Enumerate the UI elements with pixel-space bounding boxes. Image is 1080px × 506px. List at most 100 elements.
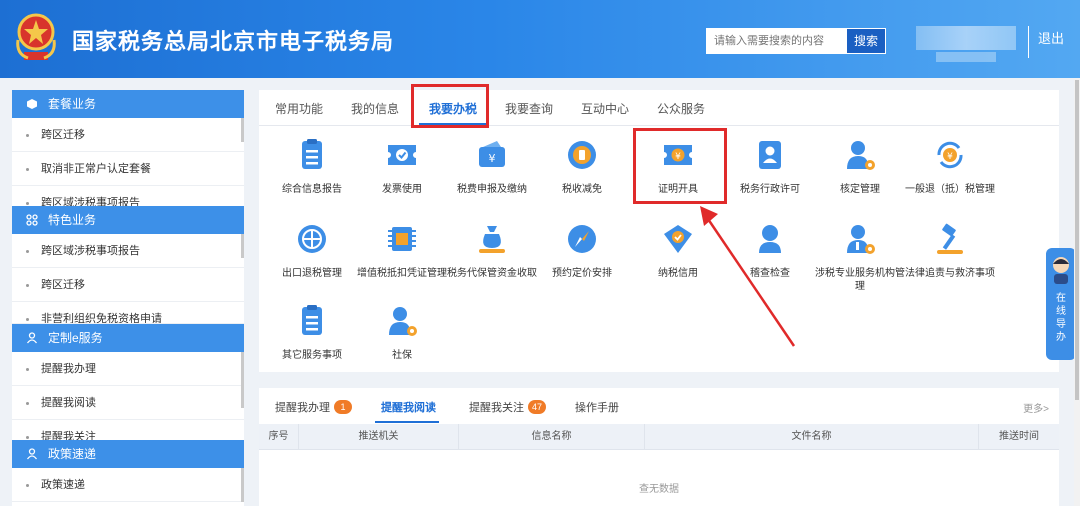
- tab-common[interactable]: 常用功能: [275, 100, 323, 117]
- service-tax-agency[interactable]: 涉税专业服务机构管理: [815, 222, 905, 293]
- sidebar-item-label: 政策速递: [41, 479, 85, 491]
- document-list-icon: [302, 305, 322, 335]
- scrollbar[interactable]: [241, 118, 244, 142]
- sidebar-item[interactable]: 跨区域涉税事项报告: [12, 234, 244, 268]
- service-label: 综合信息报告: [282, 184, 342, 195]
- service-other-matters[interactable]: 其它服务事项: [267, 304, 357, 362]
- service-comprehensive-report[interactable]: 综合信息报告: [267, 138, 357, 196]
- money-bag-icon: [479, 226, 505, 253]
- tab-remind-handle[interactable]: 提醒我办理 1: [275, 399, 352, 415]
- sidebar-item[interactable]: 非营利组织免税资格申请: [12, 302, 244, 324]
- tab-label: 提醒我办理: [275, 402, 330, 414]
- sidebar-section-title: 特色业务: [48, 213, 97, 227]
- more-link[interactable]: 更多>: [1023, 400, 1049, 415]
- service-refund[interactable]: ¥ 一般退（抵）税管理: [905, 138, 995, 196]
- service-social-insurance[interactable]: 社保: [357, 304, 447, 362]
- cube-icon: [27, 99, 37, 109]
- sidebar-item[interactable]: 跨区域涉税事项报告: [12, 186, 244, 208]
- site-title: 国家税务总局北京市电子税务局: [72, 29, 395, 54]
- tab-remind-follow[interactable]: 提醒我关注 47: [469, 399, 547, 415]
- service-label: 一般退（抵）税管理: [905, 184, 995, 195]
- service-admin-license[interactable]: 税务行政许可: [725, 138, 815, 196]
- column-header: 推送时间: [999, 431, 1039, 442]
- service-fund-custody[interactable]: 税务代保管资金收取: [447, 222, 537, 280]
- customer-service-avatar-icon: [1053, 257, 1069, 284]
- tab-interaction[interactable]: 互动中心: [581, 100, 629, 117]
- wallet-yuan-icon: ¥: [479, 141, 505, 167]
- compass-icon: [568, 225, 596, 253]
- tab-manual[interactable]: 操作手册: [575, 399, 619, 415]
- service-tax-declaration[interactable]: ¥ 税费申报及缴纳: [447, 138, 537, 196]
- scrollbar[interactable]: [241, 468, 244, 502]
- main-panel: 常用功能 我的信息 我要办税 我要查询 互动中心 公众服务 综合信息报告 发票使…: [259, 84, 1059, 372]
- chip-icon: [388, 227, 416, 251]
- service-label: 税费申报及缴纳: [457, 184, 527, 195]
- service-export-refund[interactable]: 出口退税管理: [267, 222, 357, 280]
- sidebar-item[interactable]: 提醒我关注: [12, 420, 244, 442]
- column-header: 序号: [259, 424, 299, 450]
- tab-remind-read[interactable]: 提醒我阅读: [381, 399, 436, 415]
- logout-link[interactable]: 退出: [1038, 28, 1064, 47]
- tab-query[interactable]: 我要查询: [505, 100, 553, 117]
- document-list-icon: [302, 139, 322, 169]
- service-legal-remedy[interactable]: 法律追责与救济事项: [905, 222, 995, 280]
- service-label: 社保: [392, 350, 412, 361]
- sidebar-item-label: 跨区迁移: [41, 279, 85, 291]
- user-info-blurred: [936, 52, 996, 62]
- service-vat-deduction[interactable]: 增值税抵扣凭证管理: [357, 222, 447, 280]
- count-badge: 47: [528, 400, 547, 414]
- search-button[interactable]: 搜索: [846, 28, 886, 54]
- search-input[interactable]: [706, 28, 846, 54]
- sidebar-item[interactable]: 跨区迁移: [12, 118, 244, 152]
- service-label: 发票使用: [382, 184, 422, 195]
- sidebar: 套餐业务 跨区迁移 取消非正常户认定套餐 跨区域涉税事项报告 特色业务 跨区域涉…: [12, 90, 244, 506]
- svg-text:¥: ¥: [947, 152, 953, 162]
- column-header: 推送机关: [299, 424, 459, 450]
- person-gear-icon: [389, 307, 417, 336]
- site-header: 国家税务总局北京市电子税务局 搜索 退出: [0, 0, 1080, 78]
- service-label: 税务行政许可: [740, 184, 800, 195]
- sidebar-section-title: 定制e服务: [48, 331, 103, 345]
- online-guide-button[interactable]: 在线导办: [1046, 248, 1076, 360]
- sidebar-section-policy: 政策速递 政策速递: [12, 440, 244, 502]
- sidebar-section-title: 套餐业务: [48, 97, 97, 111]
- annotation-arrow-icon: [700, 206, 796, 347]
- highlight-box-tab: [411, 84, 489, 128]
- sidebar-section-title: 政策速递: [48, 447, 97, 461]
- globe-icon: [298, 225, 326, 253]
- sidebar-item-label: 跨区迁移: [41, 129, 85, 141]
- active-tab-indicator: [375, 421, 439, 423]
- column-header: 文件名称: [645, 424, 979, 450]
- tab-my-info[interactable]: 我的信息: [351, 100, 399, 117]
- id-badge-icon: [759, 141, 781, 169]
- sidebar-item[interactable]: 取消非正常户认定套餐: [12, 152, 244, 186]
- empty-state-text: 查无数据: [639, 484, 679, 495]
- sidebar-section-package: 套餐业务 跨区迁移 取消非正常户认定套餐 跨区域涉税事项报告: [12, 90, 244, 208]
- scrollbar[interactable]: [241, 234, 244, 258]
- service-label: 涉税专业服务机构管理: [815, 268, 905, 292]
- sidebar-section-header[interactable]: 定制e服务: [12, 324, 244, 352]
- grid-icon: [26, 214, 38, 226]
- service-assessment[interactable]: 核定管理: [815, 138, 905, 196]
- user-icon: [26, 448, 38, 460]
- sidebar-item[interactable]: 政策速递: [12, 468, 244, 502]
- tab-public-service[interactable]: 公众服务: [657, 100, 705, 117]
- service-label: 税收减免: [562, 184, 602, 195]
- scrollbar[interactable]: [241, 352, 244, 408]
- sidebar-section-header[interactable]: 特色业务: [12, 206, 244, 234]
- sidebar-item[interactable]: 跨区迁移: [12, 268, 244, 302]
- service-invoice-use[interactable]: 发票使用: [357, 138, 447, 196]
- sidebar-item[interactable]: 提醒我办理: [12, 352, 244, 386]
- svg-text:¥: ¥: [489, 152, 496, 165]
- sidebar-section-header[interactable]: 套餐业务: [12, 90, 244, 118]
- service-label: 法律追责与救济事项: [905, 268, 995, 279]
- service-label: 预约定价安排: [552, 268, 612, 279]
- count-badge: 1: [334, 400, 352, 414]
- sidebar-section-header[interactable]: 政策速递: [12, 440, 244, 468]
- service-tax-exemption[interactable]: 税收减免: [537, 138, 627, 196]
- sidebar-item[interactable]: 提醒我阅读: [12, 386, 244, 420]
- service-pricing-arrangement[interactable]: 预约定价安排: [537, 222, 627, 280]
- sidebar-item-label: 取消非正常户认定套餐: [41, 163, 151, 175]
- refund-cycle-icon: ¥: [937, 141, 963, 169]
- page-scrollbar-thumb[interactable]: [1075, 80, 1079, 400]
